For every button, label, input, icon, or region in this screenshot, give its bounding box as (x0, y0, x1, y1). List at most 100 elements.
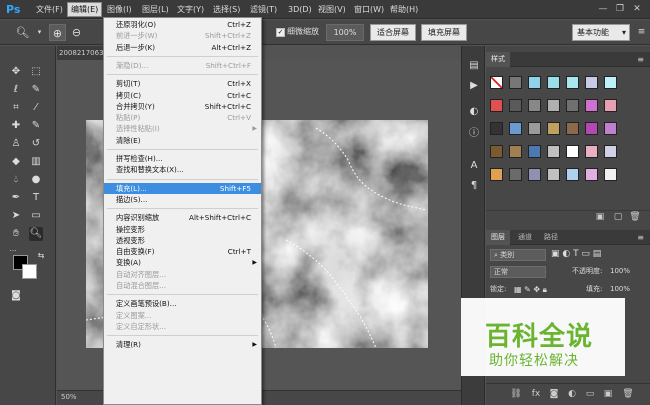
tab-channels[interactable]: 通道 (513, 230, 537, 245)
zoom-in-icon[interactable]: ⊕ (49, 24, 66, 41)
character-icon[interactable]: A (466, 158, 482, 174)
gradient-tool-icon[interactable]: ▥ (29, 155, 43, 169)
delete-style-icon[interactable]: 🗑︎ (629, 211, 641, 223)
style-swatch[interactable] (604, 168, 617, 181)
edit-menu-item[interactable]: 剪切(T) Ctrl+X (104, 78, 261, 89)
eyedropper-icon[interactable]: ⁄ (29, 101, 43, 115)
style-swatch[interactable] (509, 145, 522, 158)
document-tab[interactable]: 20082170636 (57, 46, 103, 60)
style-swatch[interactable] (604, 99, 617, 112)
menu-type[interactable]: 文字(Y) (174, 3, 207, 16)
menu-help[interactable]: 帮助(H) (387, 3, 421, 16)
fill-value[interactable]: 100% (610, 283, 630, 296)
style-swatch[interactable] (547, 145, 560, 158)
adjustments-icon[interactable]: ◐ (466, 104, 482, 120)
actions-play-icon[interactable]: ▶ (466, 78, 482, 94)
style-swatch[interactable] (528, 99, 541, 112)
brush-tool-icon[interactable]: ✎ (29, 119, 43, 133)
clone-stamp-icon[interactable]: ♙ (9, 137, 23, 151)
style-swatch[interactable] (585, 168, 598, 181)
edit-menu-item[interactable]: 内容识别缩放 Alt+Shift+Ctrl+C (104, 212, 261, 223)
panel-menu-icon[interactable]: ≡ (637, 230, 644, 245)
menu-select[interactable]: 选择(S) (210, 3, 243, 16)
blur-tool-icon[interactable]: 💧︎ (9, 173, 23, 187)
style-swatch[interactable] (585, 145, 598, 158)
type-tool-icon[interactable]: T (29, 191, 43, 205)
layer-filter-icons[interactable]: ▣ ◐ T ▭ ▤ (551, 248, 646, 261)
add-style-icon[interactable]: ▢ (612, 211, 624, 223)
edit-menu-item[interactable]: 变换(A) ▶ (104, 257, 261, 268)
style-swatch[interactable] (490, 168, 503, 181)
style-swatch[interactable] (585, 122, 598, 135)
path-select-icon[interactable]: ➤ (9, 209, 23, 223)
style-swatch[interactable] (547, 99, 560, 112)
history-icon[interactable]: ▤ (466, 58, 482, 74)
edit-menu-item[interactable]: 清除(E) (104, 135, 261, 146)
rectangle-tool-icon[interactable]: ▭ (29, 209, 43, 223)
style-swatch[interactable] (566, 99, 579, 112)
dodge-tool-icon[interactable]: ● (29, 173, 43, 187)
new-layer-icon[interactable]: ▣ (602, 388, 614, 400)
edit-menu-item[interactable]: 合并拷贝(Y) Shift+Ctrl+C (104, 101, 261, 112)
style-swatch[interactable] (547, 122, 560, 135)
menu-layer[interactable]: 图层(L) (139, 3, 172, 16)
zoom-tool-icon[interactable]: 🔍︎ (14, 24, 31, 41)
pen-tool-icon[interactable]: ✒ (9, 191, 23, 205)
style-swatch[interactable] (528, 168, 541, 181)
opacity-value[interactable]: 100% (610, 265, 630, 278)
edit-menu-item[interactable]: 查找和替换文本(X)... (104, 164, 261, 175)
style-swatch[interactable] (547, 168, 560, 181)
style-swatch[interactable] (585, 99, 598, 112)
edit-menu-item[interactable]: 拼写检查(H)... (104, 153, 261, 164)
tab-styles[interactable]: 样式 (486, 52, 510, 67)
adjustment-layer-icon[interactable]: ◐ (566, 388, 578, 400)
restore-icon[interactable]: ❐ (613, 2, 627, 16)
new-style-icon[interactable]: ▣ (594, 211, 606, 223)
style-swatch[interactable] (490, 99, 503, 112)
zoom-tool-icon[interactable]: 🔍︎ (29, 227, 43, 241)
style-swatch[interactable] (604, 145, 617, 158)
menu-filter[interactable]: 滤镜(T) (247, 3, 280, 16)
style-swatch[interactable] (566, 122, 579, 135)
new-group-icon[interactable]: ▭ (584, 388, 596, 400)
workspace-select[interactable]: 基本功能 ▾ (572, 24, 630, 41)
menu-window[interactable]: 窗口(W) (351, 3, 387, 16)
style-swatch[interactable] (528, 122, 541, 135)
move-tool-icon[interactable]: ✥ (9, 65, 23, 79)
layer-style-icon[interactable]: fx (530, 388, 542, 400)
lock-icons[interactable]: ▦ ✎ ✥ 🔒︎ (514, 283, 564, 296)
layer-filter-select[interactable]: ⌕ 类别 (490, 249, 546, 261)
edit-menu-item[interactable]: 拷贝(C) Ctrl+C (104, 90, 261, 101)
quick-select-icon[interactable]: ✎ (29, 83, 43, 97)
zoom-out-icon[interactable]: ⊖ (68, 24, 85, 41)
history-brush-icon[interactable]: ↺ (29, 137, 43, 151)
background-color-swatch[interactable] (22, 264, 37, 279)
crop-tool-icon[interactable]: ⌗ (9, 101, 23, 115)
menu-file[interactable]: 文件(F) (33, 3, 66, 16)
panel-menu-icon[interactable]: ≡ (633, 24, 650, 41)
menu-view[interactable]: 视图(V) (315, 3, 349, 16)
style-swatch[interactable] (490, 145, 503, 158)
fine-zoom-checkbox[interactable]: ✓ (276, 28, 285, 37)
style-swatch[interactable] (528, 76, 541, 89)
style-swatch[interactable] (509, 99, 522, 112)
lasso-tool-icon[interactable]: ℓ (9, 83, 23, 97)
style-swatch[interactable] (528, 145, 541, 158)
style-swatch[interactable] (604, 76, 617, 89)
eraser-tool-icon[interactable]: ◆ (9, 155, 23, 169)
style-swatch[interactable] (509, 76, 522, 89)
edit-menu-item[interactable]: 定义画笔预设(B)... (104, 298, 261, 309)
edit-menu-item[interactable]: 描边(S)... (104, 194, 261, 205)
menu-image[interactable]: 图像(I) (104, 3, 135, 16)
menu-edit[interactable]: 编辑(E) (67, 2, 103, 17)
zoom-100-button[interactable]: 100% (326, 24, 364, 41)
panel-menu-icon[interactable]: ≡ (637, 52, 644, 67)
info-icon[interactable]: ⓘ (466, 126, 482, 142)
style-swatch[interactable] (566, 76, 579, 89)
menu-3d[interactable]: 3D(D) (285, 3, 315, 16)
style-swatch[interactable] (566, 168, 579, 181)
style-swatch[interactable] (585, 76, 598, 89)
delete-layer-icon[interactable]: 🗑︎ (622, 388, 634, 400)
style-swatch[interactable] (566, 145, 579, 158)
paragraph-icon[interactable]: ¶ (466, 178, 482, 194)
